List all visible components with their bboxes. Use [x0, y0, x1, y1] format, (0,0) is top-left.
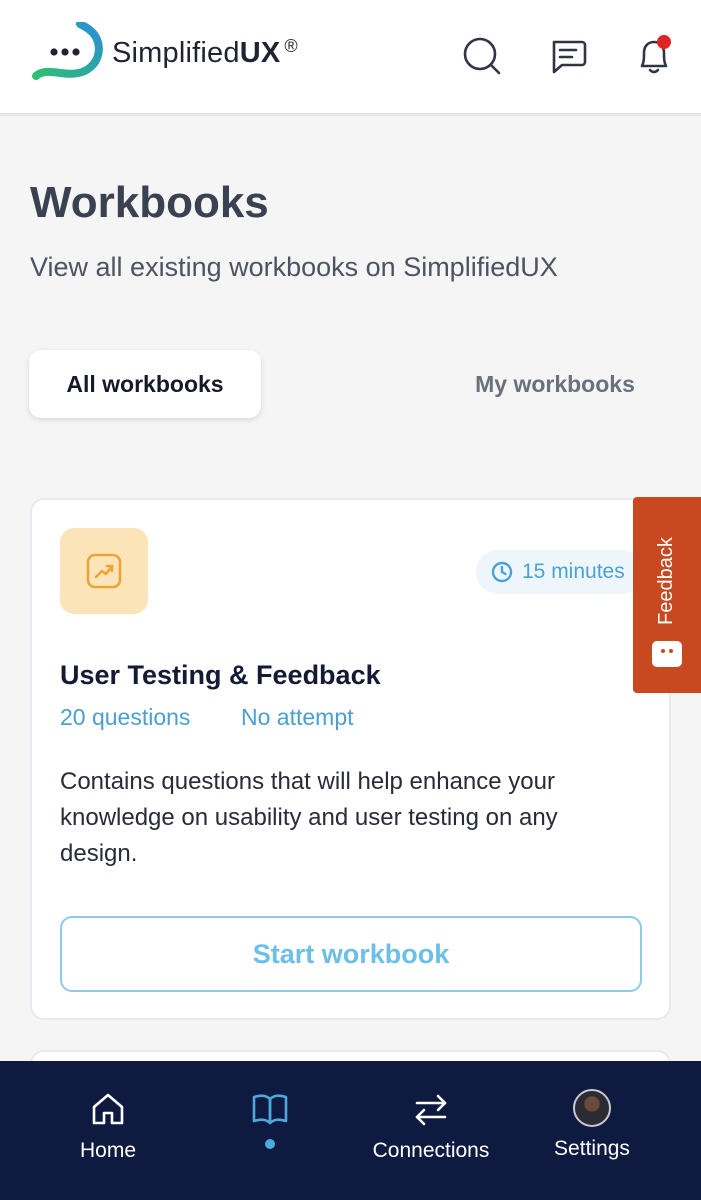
duration-badge: 15 minutes: [476, 550, 644, 594]
bottom-nav: Home Connections Settings: [0, 1061, 701, 1200]
search-icon[interactable]: [460, 34, 504, 78]
workbook-icon-tile: [60, 528, 148, 614]
page-title: Workbooks: [30, 178, 269, 227]
question-count: 20 questions: [60, 704, 191, 730]
workbook-description: Contains questions that will help enhanc…: [60, 768, 558, 867]
nav-connections[interactable]: Connections: [355, 1061, 507, 1200]
trending-up-icon: [86, 553, 122, 589]
nav-settings-label: Settings: [554, 1137, 630, 1160]
avatar: [573, 1089, 611, 1127]
duration-text: 15 minutes: [522, 560, 625, 583]
logo-mark-icon: [32, 22, 103, 80]
bell-icon[interactable]: [632, 34, 676, 78]
feedback-tab[interactable]: Feedback: [633, 497, 701, 693]
nav-workbooks[interactable]: [220, 1061, 320, 1200]
workbook-card: 15 minutes User Testing & Feedback 20 qu…: [30, 498, 671, 1020]
nav-home[interactable]: Home: [58, 1061, 158, 1200]
tab-all-workbooks[interactable]: All workbooks: [29, 350, 261, 418]
feedback-label: Feedback: [655, 537, 677, 625]
home-icon: [92, 1093, 124, 1125]
tab-my-workbooks[interactable]: My workbooks: [440, 350, 670, 418]
nav-home-label: Home: [79, 1139, 137, 1162]
workbook-title: User Testing & Feedback: [60, 660, 381, 690]
book-icon: [252, 1094, 288, 1125]
swap-arrows-icon: [415, 1094, 447, 1126]
page-subtitle: View all existing workbooks on Simplifie…: [30, 252, 558, 282]
clock-icon: [491, 561, 513, 583]
smiley-icon: [652, 641, 682, 667]
logo-wordmark: SimplifiedUX ®: [112, 36, 298, 69]
chat-icon[interactable]: [546, 34, 590, 78]
simplifiedux-logo[interactable]: SimplifiedUX ®: [30, 22, 330, 86]
nav-connections-label: Connections: [372, 1139, 490, 1162]
attempt-status: No attempt: [241, 704, 354, 730]
nav-settings[interactable]: Settings: [540, 1061, 644, 1200]
app-header: SimplifiedUX ®: [0, 0, 701, 116]
notification-dot: [657, 35, 671, 49]
start-workbook-button[interactable]: Start workbook: [60, 916, 642, 992]
active-indicator-dot: [265, 1139, 275, 1149]
